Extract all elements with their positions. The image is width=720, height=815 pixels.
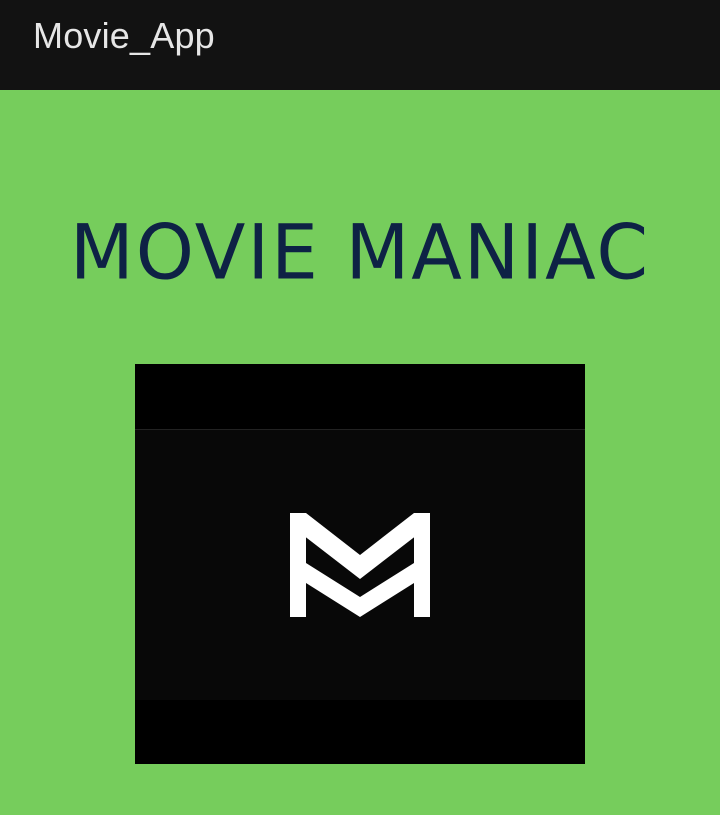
app-title: Movie_App <box>33 15 215 56</box>
main-content: MOVIE MANIAC <box>0 90 720 815</box>
logo-image <box>135 364 585 764</box>
headline-title: MOVIE MANIAC <box>69 209 651 297</box>
app-bar: Movie_App <box>0 0 720 90</box>
logo-panel <box>135 429 585 700</box>
movie-maniac-m-logo-icon <box>290 513 430 617</box>
